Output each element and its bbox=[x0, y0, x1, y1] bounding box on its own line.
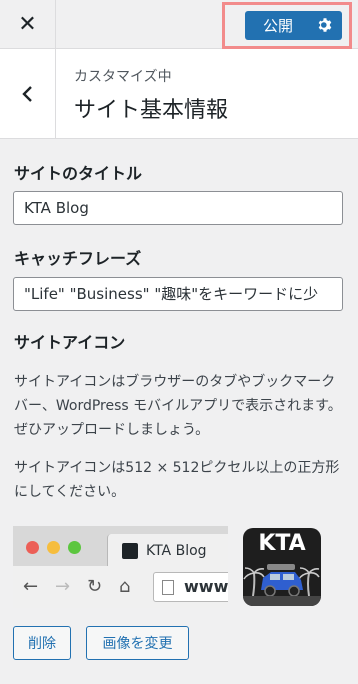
preview-tab-title: KTA Blog bbox=[146, 543, 207, 559]
forward-arrow-icon: → bbox=[55, 576, 71, 597]
page-icon bbox=[162, 580, 174, 595]
customizing-label: カスタマイズ中 bbox=[74, 69, 172, 85]
minimize-dot-icon bbox=[47, 541, 60, 554]
site-title-label: サイトのタイトル bbox=[14, 164, 143, 183]
preview-tab: KTA Blog bbox=[107, 534, 228, 566]
remove-icon-button[interactable]: 削除 bbox=[13, 626, 71, 660]
tagline-input[interactable]: "Life" "Business" "趣味"をキーワードに少 bbox=[13, 277, 343, 311]
maximize-dot-icon bbox=[68, 541, 81, 554]
chevron-left-icon bbox=[21, 85, 32, 102]
window-controls bbox=[26, 541, 81, 554]
close-customizer-button[interactable]: ✕ bbox=[0, 0, 56, 48]
car-palm-illustration bbox=[243, 564, 321, 606]
preview-url-bar: www. bbox=[153, 572, 228, 602]
favicon-icon bbox=[122, 543, 138, 559]
site-icon-image: KTA bbox=[243, 528, 321, 606]
section-title: サイト基本情報 bbox=[74, 98, 229, 123]
site-title-input[interactable]: KTA Blog bbox=[13, 191, 343, 225]
close-icon: ✕ bbox=[18, 11, 37, 37]
preview-navbar: ← → ↻ ⌂ www. bbox=[13, 566, 228, 608]
gear-icon[interactable] bbox=[317, 17, 333, 33]
publish-button[interactable]: 公開 bbox=[245, 11, 342, 40]
tagline-label: キャッチフレーズ bbox=[14, 249, 142, 268]
site-icon-size-note: サイトアイコンは512 × 512ピクセル以上の正方形にしてください。 bbox=[14, 460, 340, 500]
section-header: カスタマイズ中 サイト基本情報 bbox=[0, 49, 358, 139]
back-button[interactable] bbox=[0, 49, 56, 138]
home-icon: ⌂ bbox=[119, 576, 131, 597]
publish-highlight: 公開 bbox=[222, 2, 352, 49]
change-image-button[interactable]: 画像を変更 bbox=[86, 626, 189, 660]
customizer-top-bar: ✕ 公開 bbox=[0, 0, 358, 49]
close-dot-icon bbox=[26, 541, 39, 554]
reload-icon: ↻ bbox=[87, 576, 103, 597]
site-icon-label: サイトアイコン bbox=[14, 333, 126, 352]
browser-preview: KTA Blog ← → ↻ ⌂ www. bbox=[13, 526, 228, 608]
site-icon-description: サイトアイコンはブラウザーのタブやブックマークバー、WordPress モバイル… bbox=[14, 374, 342, 438]
back-arrow-icon: ← bbox=[23, 576, 39, 597]
preview-url: www. bbox=[184, 577, 228, 596]
publish-label: 公開 bbox=[263, 17, 294, 35]
